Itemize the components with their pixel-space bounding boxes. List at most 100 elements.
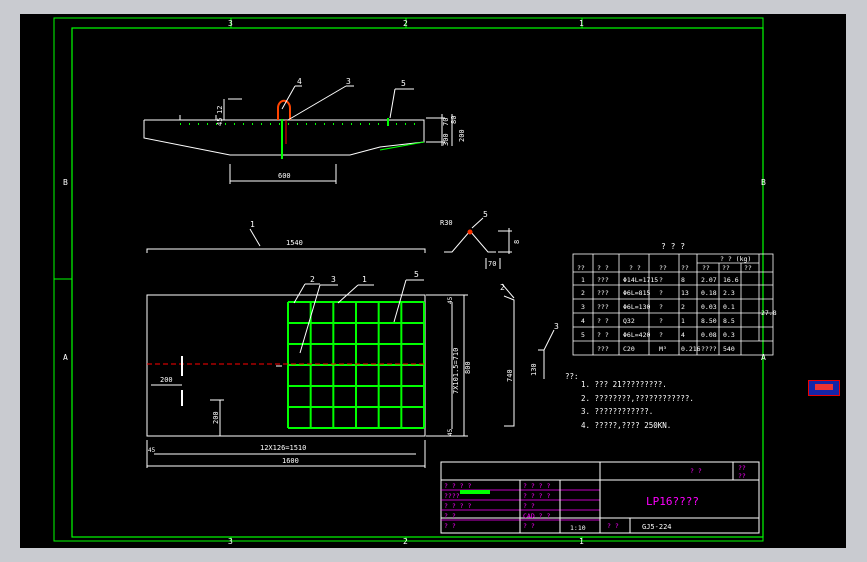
tb-top-right: ? ?	[690, 467, 702, 475]
table-cell: 2	[681, 303, 685, 311]
plan-view: 2 3 1 5 200 200 12X126=1510 1600 45 7X10…	[146, 270, 472, 468]
table-cell: Φ6L=815	[623, 289, 650, 297]
table-cell: 0.216	[681, 345, 701, 353]
tb-top-far-1: ??	[738, 464, 746, 472]
table-cell: 8	[681, 276, 685, 284]
elev-dim-right-b: 70	[442, 118, 450, 126]
tb-mid-1: ? ? ? ?	[523, 482, 550, 490]
table-header-cell: ??	[722, 264, 730, 272]
drawing-code: GJ5-224	[642, 523, 672, 531]
elev-dim-right-a: 300	[442, 133, 450, 146]
zone-bottom-3: 3	[228, 537, 233, 546]
table-cell: ?	[659, 331, 663, 339]
tb-left-3: ? ? ? ?	[444, 502, 471, 510]
table-cell: Q32	[623, 317, 635, 325]
elev-dim-bottom: 600	[278, 172, 291, 180]
zone-bottom-2: 2	[403, 537, 408, 546]
zone-left-a: A	[63, 353, 68, 362]
rebar-5-radius: R30	[440, 219, 453, 227]
title-block: ? ? ? ? ???? ? ? ? ? ? ? ? ? ? ? ? ? ? ?…	[440, 461, 760, 534]
rebar-1-length: 1540	[286, 239, 303, 247]
plan-callout-5: 5	[414, 270, 419, 279]
plan-dim-grid-v: 7X101.5=710	[452, 348, 460, 394]
plan-dim-edge-left: 45	[148, 447, 156, 454]
table-cell: 2	[581, 289, 585, 297]
rebar-1-callout: 1	[250, 220, 255, 229]
plan-dim-edge-bot: 45	[447, 428, 454, 436]
table-cell: ? ?	[597, 331, 609, 339]
table-cell: 2.3	[723, 289, 735, 297]
rebar-2-3-detail: 2 740 3 130	[500, 283, 559, 427]
tb-left-2: ????	[444, 492, 460, 500]
table-cell: ?	[659, 303, 663, 311]
elev-callout-4: 4	[297, 77, 302, 86]
note-1: 1. ??? 21?????????.	[581, 380, 667, 389]
table-cell: C20	[623, 345, 635, 353]
table-cell: 8.50	[701, 317, 717, 325]
side-toolbar-icon[interactable]	[808, 380, 840, 396]
plan-callout-1: 1	[362, 275, 367, 284]
rebar-3-length: 130	[530, 363, 538, 376]
table-cell: ???	[597, 345, 609, 353]
table-cell: 1	[581, 276, 585, 284]
table-header-cell: ? ? (kg)	[720, 255, 751, 263]
drawing-title: LP16????	[646, 495, 699, 508]
drawing-canvas[interactable]: 3 2 1 3 2 1 B A B A 4 3 5 12 45 300 70 8…	[20, 14, 846, 548]
table-cell: 16.6	[723, 276, 739, 284]
table-cell: ?	[659, 289, 663, 297]
table-cell: ? ?	[597, 317, 609, 325]
plan-dim-bottom-200: 200	[212, 411, 220, 424]
drawing-scale: 1:10	[570, 524, 586, 532]
plan-dim-left: 200	[160, 376, 173, 384]
tb-left-4: ? ?	[444, 512, 456, 520]
table-header-cell: ??	[744, 264, 752, 272]
zone-right-b: B	[761, 178, 766, 187]
table-cell: 0.03	[701, 303, 717, 311]
tb-mid-2: ? ? ? ?	[523, 492, 550, 500]
table-header-cell: ??	[659, 264, 667, 272]
table-cell: 0.3	[723, 331, 735, 339]
table-cell: 5	[581, 331, 585, 339]
rebar-5-height: 8	[513, 240, 521, 244]
elevation-view: 4 3 5 12 45 300 70 80 200 600	[143, 77, 466, 184]
note-2: 2. ????????,????????????.	[581, 394, 694, 403]
plan-dim-total-h: 800	[464, 361, 472, 374]
zone-left-b: B	[63, 178, 68, 187]
tb-code-label: ? ?	[607, 522, 619, 530]
table-cell: 0.08	[701, 331, 717, 339]
notes-heading: ??:	[565, 372, 579, 381]
table-cell: 8.5	[723, 317, 735, 325]
rebar-3-callout: 3	[554, 322, 559, 331]
plan-dim-grid-h: 12X126=1510	[260, 444, 306, 452]
notes: ??: 1. ??? 21?????????. 2. ????????,????…	[565, 372, 694, 430]
table-cell: 1	[681, 317, 685, 325]
zone-right-a: A	[761, 353, 766, 362]
tb-mid-5: ? ?	[523, 522, 535, 530]
rebar-1-detail: 1 1540	[146, 220, 426, 253]
table-cell: ?	[659, 317, 663, 325]
note-4: 4. ?????,???? 250KN.	[581, 421, 671, 430]
zone-bottom-1: 1	[579, 537, 584, 546]
table-cell: 4	[581, 317, 585, 325]
table-title: ? ? ?	[661, 242, 685, 251]
materials-table: ? ? ? ??? ?? ?????? ? (kg)???? ??1??? Φ14L…	[572, 242, 777, 356]
table-header-cell: ? ?	[597, 264, 609, 272]
elev-callout-3: 3	[346, 77, 351, 86]
table-cell: Φ6L=130	[623, 303, 650, 311]
table-cell: ???	[597, 289, 609, 297]
elev-dim-top-a: 12	[216, 106, 224, 114]
tb-top-far-2: ??	[738, 472, 746, 480]
table-cell: 0.18	[701, 289, 717, 297]
rebar-5-callout: 5	[483, 210, 488, 219]
tb-left-5: ? ?	[444, 522, 456, 530]
plan-callout-3: 3	[331, 275, 336, 284]
table-cell: 4	[681, 331, 685, 339]
table-cell: 13	[681, 289, 689, 297]
table-cell: M³	[659, 345, 667, 353]
table-cell: 3	[581, 303, 585, 311]
table-cell: ????	[701, 345, 717, 353]
elev-dim-top-b: 45	[216, 118, 224, 126]
table-cell: ???	[597, 276, 609, 284]
table-cell: Φ6L=420	[623, 331, 650, 339]
table-cell: Φ14L=1715	[623, 276, 658, 284]
